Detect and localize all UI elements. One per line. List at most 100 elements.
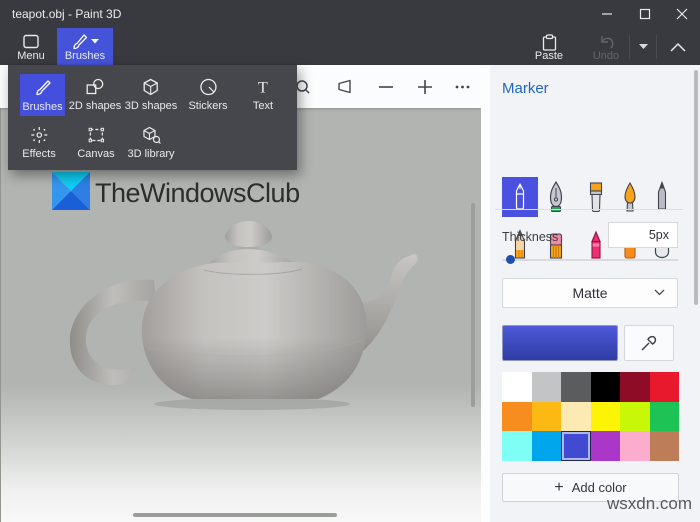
- tool-label: 2D shapes: [68, 100, 122, 112]
- paint3d-window: teapot.obj - Paint 3D Menu Brushes Paste…: [0, 0, 700, 522]
- palette-color-13[interactable]: [531, 431, 561, 461]
- windows-club-logo: [52, 172, 90, 210]
- tool-label: Effects: [22, 148, 56, 160]
- chevron-down-icon: [91, 39, 99, 44]
- undo-icon: [601, 35, 614, 48]
- more-options-icon[interactable]: [454, 78, 472, 96]
- menu-button[interactable]: Menu: [8, 28, 54, 65]
- brush-settings-panel: Marker Thickness 5px Matte + Add color: [490, 65, 700, 522]
- palette-color-9[interactable]: [590, 401, 620, 432]
- finish-dropdown[interactable]: Matte: [502, 278, 678, 308]
- palette-color-15[interactable]: [590, 431, 620, 461]
- palette-color-11[interactable]: [649, 401, 679, 432]
- title-bar: teapot.obj - Paint 3D: [0, 0, 700, 28]
- brush-marker[interactable]: [502, 177, 538, 217]
- palette-color-16[interactable]: [620, 431, 650, 461]
- palette-color-12[interactable]: [502, 431, 532, 461]
- tool-item-effects[interactable]: Effects: [22, 125, 56, 160]
- palette-color-7[interactable]: [531, 401, 561, 432]
- brush-icon: [73, 34, 88, 50]
- panel-scrollbar[interactable]: [694, 70, 698, 305]
- brushes-menu-button[interactable]: Brushes: [57, 28, 113, 65]
- palette-color-4[interactable]: [620, 372, 650, 402]
- undo-button[interactable]: Undo: [584, 28, 628, 65]
- palette-color-6[interactable]: [502, 401, 532, 432]
- tool-label: Canvas: [77, 148, 115, 160]
- tools-dropdown-panel: Brushes 2D shapes 3D shapes Stickers T T…: [8, 65, 297, 170]
- window-title: teapot.obj - Paint 3D: [12, 7, 122, 21]
- section-divider: [495, 209, 683, 210]
- palette-color-5[interactable]: [649, 372, 679, 402]
- thickness-slider-thumb[interactable]: [506, 255, 515, 264]
- tool-item-canvas[interactable]: Canvas: [77, 125, 115, 160]
- palette-color-10[interactable]: [620, 401, 650, 432]
- menu-icon: [23, 34, 39, 49]
- panel-gap: [481, 65, 490, 522]
- collapse-ribbon-button[interactable]: [660, 28, 696, 65]
- brush-calligraphy-pen[interactable]: [538, 177, 574, 217]
- tool-item-2d-shapes[interactable]: 2D shapes: [68, 77, 122, 112]
- minimize-button[interactable]: [588, 0, 625, 28]
- tool-label: Text: [252, 100, 274, 112]
- palette-color-17[interactable]: [649, 431, 679, 461]
- logo-text: TheWindowsClub: [95, 178, 300, 208]
- brush-icon: [35, 79, 51, 95]
- 3d-library-icon: [142, 126, 161, 144]
- caret-down-icon: [638, 44, 648, 49]
- text-icon: T: [258, 80, 268, 97]
- chevron-down-icon: [654, 289, 665, 296]
- thickness-label: Thickness: [502, 230, 559, 244]
- close-button[interactable]: [663, 0, 700, 28]
- panel-title: Marker: [502, 80, 549, 97]
- tool-item-3d-library[interactable]: 3D library: [127, 125, 175, 160]
- zoom-in-icon[interactable]: [416, 78, 434, 96]
- toolbar-separator2: [656, 35, 657, 59]
- crayon-icon: [591, 230, 601, 259]
- 3d-view-icon[interactable]: [336, 78, 354, 96]
- effects-icon: [31, 127, 47, 143]
- canvas-icon: [88, 127, 104, 143]
- stickers-icon: [199, 78, 217, 96]
- eyedropper-icon: [641, 335, 657, 351]
- maximize-button[interactable]: [626, 0, 663, 28]
- toolbar-separator: [629, 35, 630, 59]
- more-commands-button[interactable]: [633, 28, 653, 65]
- tool-item-brushes[interactable]: Brushes: [20, 74, 65, 116]
- palette-color-1[interactable]: [531, 372, 561, 402]
- current-color-swatch[interactable]: [502, 325, 618, 361]
- palette-color-14[interactable]: [561, 431, 591, 461]
- palette-color-8[interactable]: [561, 401, 591, 432]
- menu-label: Menu: [17, 50, 45, 62]
- thickness-slider-track[interactable]: [502, 259, 678, 261]
- minimize-icon: [601, 13, 612, 15]
- eyedropper-button[interactable]: [624, 325, 674, 361]
- zoom-out-icon[interactable]: [377, 78, 395, 96]
- tool-item-text[interactable]: T Text: [252, 77, 274, 113]
- teapot-3d-model[interactable]: [62, 218, 422, 413]
- tool-label: 3D library: [127, 148, 175, 160]
- thickness-input[interactable]: 5px: [608, 222, 678, 248]
- brush-pixel-pen[interactable]: [644, 177, 680, 217]
- palette-color-0[interactable]: [502, 372, 532, 402]
- svg-text:T: T: [258, 80, 268, 97]
- undo-label: Undo: [592, 50, 620, 62]
- canvas-vertical-scrollbar[interactable]: [471, 203, 475, 407]
- plus-icon: +: [554, 478, 564, 496]
- canvas-horizontal-scrollbar[interactable]: [133, 513, 337, 517]
- 3d-shapes-icon: [143, 78, 159, 96]
- tool-item-stickers[interactable]: Stickers: [188, 77, 228, 112]
- palette-color-2[interactable]: [561, 372, 591, 402]
- paste-icon: [542, 33, 557, 51]
- tool-label: 3D shapes: [124, 100, 178, 112]
- palette-color-3[interactable]: [590, 372, 620, 402]
- brush-oil-brush[interactable]: [578, 177, 614, 217]
- chevron-up-icon: [670, 42, 686, 52]
- paste-label: Paste: [534, 50, 564, 62]
- 2d-shapes-icon: [86, 78, 104, 95]
- tool-item-3d-shapes[interactable]: 3D shapes: [124, 77, 178, 112]
- brush-watercolor[interactable]: [612, 177, 648, 217]
- watermark: wsxdn.com: [606, 494, 692, 513]
- paste-button[interactable]: Paste: [527, 28, 571, 65]
- tool-label: Brushes: [22, 100, 63, 113]
- tool-label: Stickers: [188, 100, 228, 112]
